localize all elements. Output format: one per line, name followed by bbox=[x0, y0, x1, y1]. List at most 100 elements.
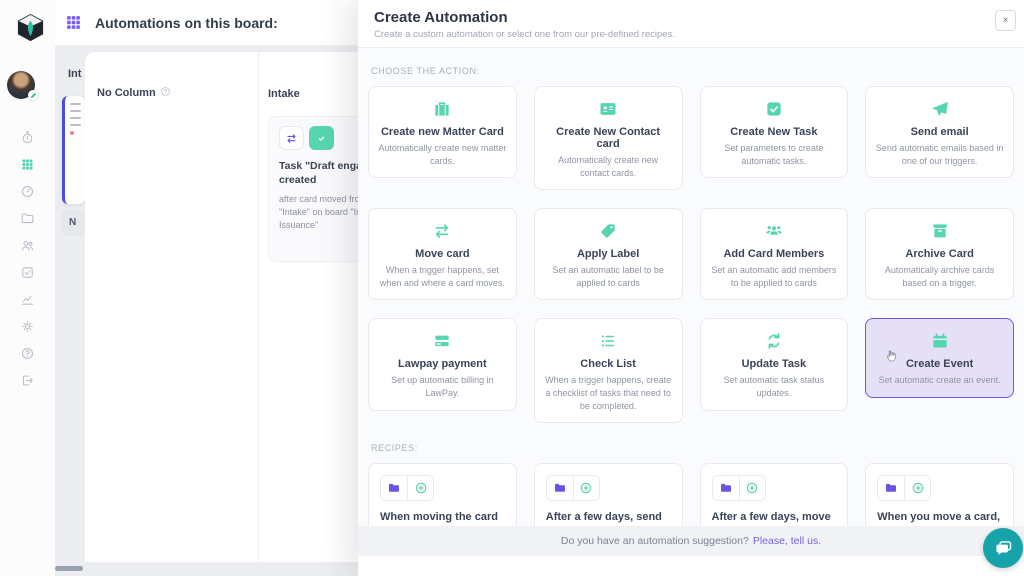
action-card-lawpay-payment[interactable]: Lawpay paymentSet up automatic billing i… bbox=[368, 318, 517, 410]
action-card-update-task[interactable]: Update Task Set automatic task status upd… bbox=[700, 318, 849, 410]
action-card-apply-label[interactable]: Apply LabelSet an automatic label to be … bbox=[534, 208, 683, 300]
folder-purple-icon bbox=[381, 476, 407, 500]
contacts-icon[interactable] bbox=[20, 237, 36, 253]
modal-bottom-strip bbox=[358, 556, 1024, 576]
folder-purple-icon bbox=[713, 476, 739, 500]
paper-plane-icon bbox=[930, 99, 950, 119]
plus-circle-icon bbox=[407, 476, 433, 500]
modal-header: Create Automation Create a custom automa… bbox=[358, 0, 1024, 48]
app-root: Int N No Column Intake bbox=[0, 0, 1024, 576]
text-line-placeholder bbox=[70, 110, 81, 112]
action-card-description: Send automatic emails based in one of ou… bbox=[875, 142, 1004, 167]
users-icon bbox=[764, 221, 784, 241]
action-card-title: Update Task bbox=[710, 358, 839, 370]
action-card-title: Archive Card bbox=[875, 248, 1004, 260]
recipe-card-title: When moving the card send an email bbox=[380, 510, 505, 526]
settings-gear-icon[interactable] bbox=[20, 318, 36, 334]
horizontal-scrollbar-left[interactable] bbox=[55, 566, 83, 571]
action-card-create-new-matter-card[interactable]: Create new Matter Card Automatically crea… bbox=[368, 86, 517, 178]
credit-card-icon bbox=[432, 331, 452, 351]
action-card-title: Add Card Members bbox=[710, 248, 839, 260]
plus-circle-icon bbox=[739, 476, 765, 500]
modal-footer: Do you have an automation suggestion? Pl… bbox=[358, 526, 1024, 556]
hand-cursor-icon bbox=[884, 348, 899, 368]
recipe-card-after-a-few-days-send-an-email[interactable]: After a few days, send an emailSend an e… bbox=[534, 463, 683, 526]
action-card-title: Create New Contact card bbox=[544, 126, 673, 150]
plus-circle-icon bbox=[904, 476, 930, 500]
close-button[interactable]: × bbox=[995, 10, 1016, 31]
folder-purple-icon bbox=[878, 476, 904, 500]
calendar-icon bbox=[930, 331, 950, 351]
chat-widget-button[interactable] bbox=[983, 528, 1023, 568]
action-card-description: Automatically create new contact cards. bbox=[544, 154, 673, 179]
pink-dot-badge bbox=[70, 131, 74, 135]
logout-icon[interactable] bbox=[20, 372, 36, 388]
action-card-title: Create New Task bbox=[710, 126, 839, 138]
tag-icon bbox=[598, 221, 618, 241]
board-strip-new-chip[interactable]: N bbox=[62, 210, 85, 236]
column-divider bbox=[258, 52, 259, 562]
board-column-no-column: No Column bbox=[97, 86, 171, 100]
recipe-card-when-moving-the-card-send-an-email[interactable]: When moving the card send an emailSend a… bbox=[368, 463, 517, 526]
contact-card-icon bbox=[598, 99, 618, 119]
recipes-section-label: RECIPES: bbox=[371, 443, 1014, 453]
action-card-description: Set an automatic label to be applied to … bbox=[544, 264, 673, 289]
action-card-description: Set automatic task status updates. bbox=[710, 374, 839, 399]
board-strip-column-title: Int bbox=[68, 68, 81, 80]
purple-grid-icon bbox=[65, 14, 82, 31]
action-card-create-new-task[interactable]: Create New Task Set parameters to create … bbox=[700, 86, 849, 178]
recipe-card-title: After a few days, send an email bbox=[546, 510, 671, 526]
action-card-add-card-members[interactable]: Add Card MembersSet an automatic add mem… bbox=[700, 208, 849, 300]
check-square-icon bbox=[309, 126, 334, 150]
briefcase-icon bbox=[432, 99, 452, 119]
dashboard-icon[interactable] bbox=[20, 183, 36, 199]
column-title: Intake bbox=[268, 88, 300, 100]
action-card-create-new-contact-card[interactable]: Create New Contact card Automatically cre… bbox=[534, 86, 683, 190]
action-card-title: Create new Matter Card bbox=[378, 126, 507, 138]
recipe-chip-group bbox=[380, 475, 434, 501]
recipe-card-when-you-move-a-card-create-another-card[interactable]: When you move a card, create another car… bbox=[865, 463, 1014, 526]
action-card-description: Automatically create new matter cards. bbox=[378, 142, 507, 167]
recipe-chip-group bbox=[877, 475, 931, 501]
action-card-move-card[interactable]: Move card When a trigger happens, set whe… bbox=[368, 208, 517, 300]
action-card-description: When a trigger happens, create a checkli… bbox=[544, 374, 673, 412]
action-card-title: Check List bbox=[544, 358, 673, 370]
action-card-title: Move card bbox=[378, 248, 507, 260]
action-card-description: When a trigger happens, set when and whe… bbox=[378, 264, 507, 289]
board-strip-automation-card[interactable] bbox=[62, 96, 85, 204]
plus-circle-icon bbox=[573, 476, 599, 500]
action-card-archive-card[interactable]: Archive CardAutomatically archive cards … bbox=[865, 208, 1014, 300]
action-card-description: Set parameters to create automatic tasks… bbox=[710, 142, 839, 167]
edit-pencil-icon bbox=[28, 90, 38, 100]
action-card-title: Send email bbox=[875, 126, 1004, 138]
recipe-chip-group bbox=[546, 475, 600, 501]
action-card-description: Set automatic create an event. bbox=[875, 374, 1004, 387]
action-card-send-email[interactable]: Send email Send automatic emails based in… bbox=[865, 86, 1014, 178]
action-card-check-list[interactable]: Check List When a trigger happens, create… bbox=[534, 318, 683, 423]
stopwatch-icon[interactable] bbox=[20, 129, 36, 145]
board-column-intake: Intake bbox=[268, 88, 300, 100]
tell-us-link[interactable]: Please, tell us. bbox=[753, 535, 821, 547]
footer-text: Do you have an automation suggestion? bbox=[561, 535, 749, 547]
folder-icon[interactable] bbox=[20, 210, 36, 226]
help-icon[interactable] bbox=[20, 345, 36, 361]
modal-body: CHOOSE THE ACTION: Create new Matter Car… bbox=[358, 48, 1024, 526]
tasks-icon[interactable] bbox=[20, 264, 36, 280]
modal-subtitle: Create a custom automation or select one… bbox=[374, 29, 1010, 40]
reports-chart-icon[interactable] bbox=[20, 291, 36, 307]
recipe-card-title: After a few days, move card bbox=[712, 510, 837, 526]
modal-title: Create Automation bbox=[374, 9, 1010, 26]
boards-grid-icon[interactable] bbox=[20, 156, 36, 172]
info-circle-icon[interactable] bbox=[160, 86, 171, 100]
sync-icon bbox=[764, 331, 784, 351]
app-sidebar bbox=[0, 0, 55, 576]
text-line-placeholder bbox=[70, 124, 81, 126]
user-avatar[interactable] bbox=[7, 71, 35, 99]
page-title: Automations on this board: bbox=[95, 15, 278, 31]
action-cards-grid: Create new Matter Card Automatically crea… bbox=[368, 86, 1014, 423]
lawcus-logo[interactable] bbox=[15, 12, 46, 43]
recipe-card-after-a-few-days-move-card[interactable]: After a few days, move cardMove card whe… bbox=[700, 463, 849, 526]
text-line-placeholder bbox=[70, 117, 81, 119]
exchange-icon bbox=[432, 221, 452, 241]
text-line-placeholder bbox=[70, 103, 81, 105]
